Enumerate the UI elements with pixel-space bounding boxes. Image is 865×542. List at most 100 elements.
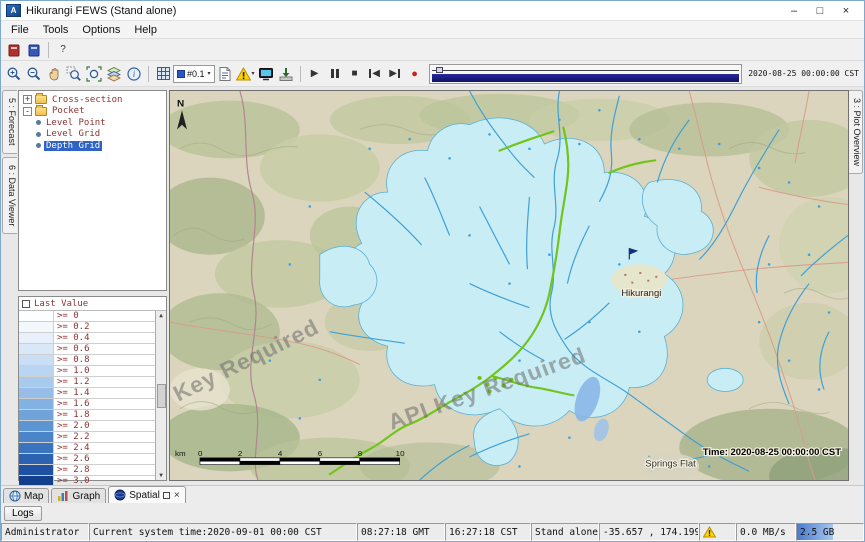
status-warning[interactable]: [699, 523, 736, 541]
legend-row: >= 1.6: [19, 399, 155, 410]
grid-display-button[interactable]: [153, 64, 173, 84]
svg-text:10: 10: [396, 449, 406, 458]
legend-rows: >= 0 >= 0.2 >= 0.4 >= 0.6 >= 0.8 >= 1.0 …: [19, 311, 155, 480]
map-canvas[interactable]: API Key Required API Key Required Hikura…: [170, 91, 848, 480]
logs-row: Logs: [1, 503, 864, 523]
menu-file[interactable]: File: [4, 23, 36, 37]
status-user: Administrator: [1, 523, 89, 541]
layers-button[interactable]: [104, 64, 124, 84]
maximize-button[interactable]: □: [807, 5, 833, 17]
chevron-down-icon: ▾: [252, 70, 255, 77]
scroll-thumb[interactable]: [157, 384, 166, 408]
time-slider[interactable]: [429, 64, 743, 84]
thresholds-dropdown[interactable]: ▾: [235, 64, 256, 84]
logs-button[interactable]: Logs: [4, 506, 42, 521]
right-tab-strip: 3 : Plot Overview: [849, 87, 864, 485]
zoom-extent-button[interactable]: [84, 64, 104, 84]
collapse-icon[interactable]: -: [23, 107, 32, 116]
tree-item-level-grid[interactable]: Level Grid: [20, 129, 165, 141]
legend-row: >= 0.6: [19, 344, 155, 355]
document-icon: [217, 66, 233, 82]
map-label-hikurangi: Hikurangi: [621, 288, 661, 298]
skip-end-icon: ▶: [389, 69, 400, 79]
skip-to-start-button[interactable]: ◀: [365, 64, 385, 84]
export-button[interactable]: [276, 64, 296, 84]
timeseries-dialog-button[interactable]: [215, 64, 235, 84]
screen-icon: [258, 66, 274, 82]
time-slider-track[interactable]: [432, 67, 740, 73]
class-break-value: #0.1: [187, 69, 205, 79]
time-slider-handle[interactable]: [436, 67, 443, 73]
leaf-bullet-icon: [36, 120, 41, 125]
class-color-swatch-icon: [177, 70, 185, 78]
legend-row: >= 1.8: [19, 410, 155, 421]
play-button[interactable]: ▶: [305, 64, 325, 84]
help-button[interactable]: ?: [53, 40, 73, 60]
warning-icon: [703, 526, 716, 538]
tab-graph[interactable]: Graph: [51, 488, 106, 503]
scale-unit: km: [175, 449, 186, 458]
selected-tree-label[interactable]: Depth Grid: [44, 141, 102, 151]
status-transfer-rate: 0.0 MB/s: [736, 523, 796, 541]
status-memory: 2.5 GB: [796, 523, 864, 541]
skip-to-end-button[interactable]: ▶: [385, 64, 405, 84]
zoom-out-button[interactable]: [24, 64, 44, 84]
current-datetime: 2020-08-25 00:00:00 CST: [746, 69, 861, 78]
svg-text:2: 2: [238, 449, 242, 458]
main-toolbar: ?: [1, 39, 864, 61]
class-break-dropdown[interactable]: #0.1 ▾: [173, 65, 215, 83]
menubar: File Tools Options Help: [1, 21, 864, 39]
restore-tab-icon[interactable]: [163, 492, 170, 499]
info-button[interactable]: i: [124, 64, 144, 84]
leaf-bullet-icon: [36, 132, 41, 137]
last-value-checkbox[interactable]: [22, 300, 30, 308]
legend-panel: Last Value >= 0 >= 0.2 >= 0.4 >= 0.6 >= …: [18, 296, 167, 481]
scroll-down-icon[interactable]: ▼: [159, 472, 163, 479]
zoom-out-icon: [26, 66, 42, 82]
menu-help[interactable]: Help: [127, 23, 164, 37]
tab-spatial[interactable]: Spatial ×: [108, 486, 185, 503]
record-icon: ●: [411, 68, 418, 80]
forecast-dialog-button[interactable]: [4, 40, 24, 60]
close-tab-icon[interactable]: ×: [174, 490, 180, 501]
zoom-in-icon: [6, 66, 22, 82]
red-book-icon: [7, 43, 21, 57]
blue-book-icon: [27, 43, 41, 57]
database-dialog-button[interactable]: [24, 40, 44, 60]
display-button[interactable]: [256, 64, 276, 84]
svg-text:0: 0: [198, 449, 203, 458]
skip-start-icon: ◀: [369, 69, 380, 79]
play-icon: ▶: [311, 69, 319, 79]
zoom-previous-button[interactable]: [64, 64, 84, 84]
status-local-time: 16:27:18 CST: [445, 523, 531, 541]
expand-icon[interactable]: +: [23, 95, 32, 104]
tab-forecast[interactable]: 5 : Forecast: [2, 90, 17, 154]
tree-item-pocket[interactable]: - Pocket: [20, 106, 165, 118]
chart-icon: [57, 490, 69, 502]
menu-tools[interactable]: Tools: [36, 23, 76, 37]
tab-plot-overview[interactable]: 3 : Plot Overview: [849, 90, 863, 174]
status-mode: Stand alone: [531, 523, 599, 541]
legend-scrollbar[interactable]: ▲ ▼: [155, 311, 166, 480]
tree-item-depth-grid[interactable]: Depth Grid: [20, 140, 165, 152]
legend-row: >= 2.6: [19, 454, 155, 465]
close-button[interactable]: ×: [833, 5, 859, 17]
warning-triangle-icon: [236, 67, 251, 81]
scroll-up-icon[interactable]: ▲: [159, 312, 163, 319]
main-area: 5 : Forecast 6 : Data Viewer + Cross-sec…: [1, 87, 864, 485]
legend-swatch: [19, 311, 54, 321]
pan-button[interactable]: [44, 64, 64, 84]
tree-item-level-point[interactable]: Level Point: [20, 117, 165, 129]
titlebar: A Hikurangi FEWS (Stand alone) – □ ×: [1, 1, 864, 21]
map-view[interactable]: API Key Required API Key Required Hikura…: [169, 90, 849, 481]
record-button[interactable]: ●: [405, 64, 425, 84]
svg-text:N: N: [177, 99, 184, 110]
zoom-in-button[interactable]: [4, 64, 24, 84]
tab-data-viewer[interactable]: 6 : Data Viewer: [2, 157, 17, 234]
stop-button[interactable]: ■: [345, 64, 365, 84]
menu-options[interactable]: Options: [75, 23, 127, 37]
minimize-button[interactable]: –: [781, 5, 807, 17]
pause-button[interactable]: [325, 64, 345, 84]
tab-map[interactable]: Map: [3, 488, 49, 503]
stop-icon: ■: [352, 69, 358, 79]
